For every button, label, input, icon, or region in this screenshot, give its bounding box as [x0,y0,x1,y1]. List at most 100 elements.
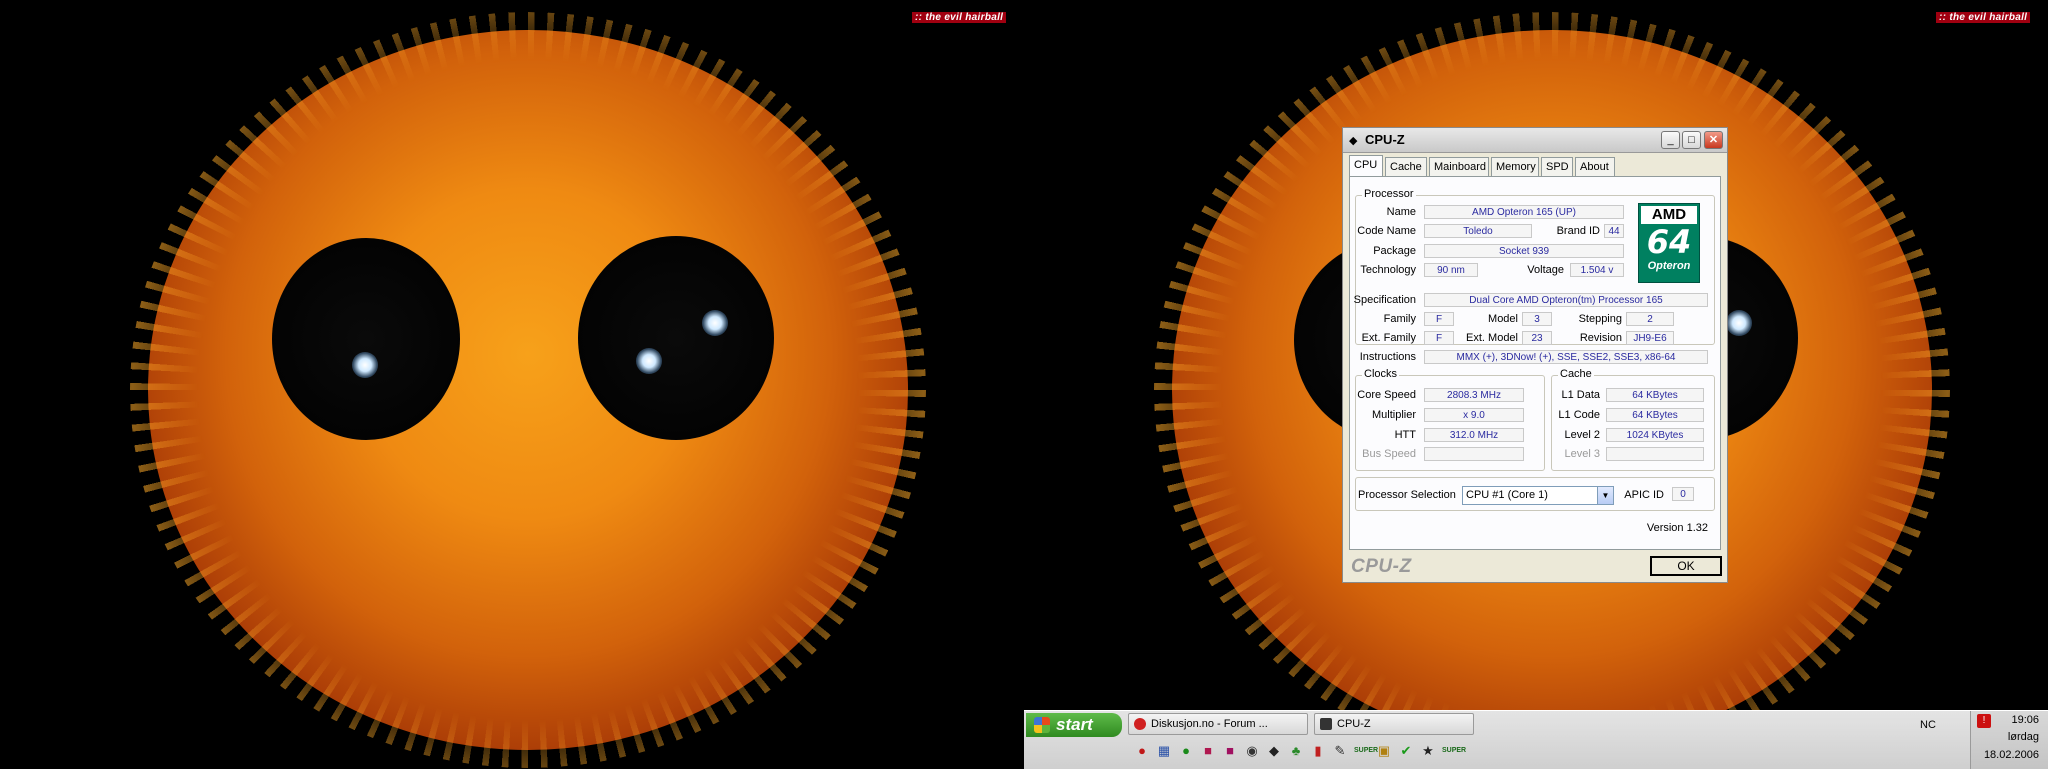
processor-selection-dropdown[interactable]: CPU #1 (Core 1) ▼ [1462,486,1614,505]
tab-mainboard[interactable]: Mainboard [1429,157,1489,176]
star-icon[interactable]: ★ [1420,743,1436,759]
hairball-fur [148,30,908,750]
specification-value: Dual Core AMD Opteron(tm) Processor 165 [1424,293,1708,307]
multiplier-label: Multiplier [1371,409,1416,421]
close-button[interactable]: ✕ [1704,131,1723,149]
ext-model-label: Ext. Model [1466,332,1518,344]
l1-data-label: L1 Data [1561,389,1600,401]
title-bar[interactable]: ◆ CPU-Z _ □ ✕ [1343,128,1727,153]
logo-amd-text: AMD [1641,206,1697,224]
processor-group-title: Processor [1362,188,1416,200]
tab-cpu[interactable]: CPU [1349,155,1383,176]
l1-code-value: 64 KBytes [1606,408,1704,422]
ok-button[interactable]: OK [1650,556,1722,576]
image-icon[interactable]: ▣ [1376,743,1392,759]
voltage-label: Voltage [1527,264,1564,276]
window-title: CPU-Z [1365,132,1405,147]
opera-icon [1134,718,1146,730]
revision-value: JH9-E6 [1626,331,1674,345]
family-value: F [1424,312,1454,326]
clocks-group-title: Clocks [1362,368,1400,380]
technology-value: 90 nm [1424,263,1478,277]
version-label: Version 1.32 [1646,522,1708,534]
model-label: Model [1488,313,1518,325]
plant-icon[interactable]: ♣ [1288,743,1304,759]
super-icon[interactable]: SUPER [1354,743,1378,759]
minimize-button[interactable]: _ [1661,131,1680,149]
taskbar: start Diskusjon.no - Forum ... CPU-Z ● ▦… [1024,710,2048,769]
logo-64-text: 64 [1646,223,1692,261]
start-label: start [1056,715,1093,734]
model-value: 3 [1522,312,1552,326]
task-label: CPU-Z [1337,718,1371,730]
level3-value [1606,447,1704,461]
instructions-value: MMX (+), 3DNow! (+), SSE, SSE2, SSE3, x8… [1424,350,1708,364]
super-icon[interactable]: SUPER [1442,743,1466,759]
name-label: Name [1386,206,1416,218]
brand-id-label: Brand ID [1556,225,1600,237]
tool-icon[interactable]: ▮ [1310,743,1326,759]
warning-icon[interactable]: ! [1977,714,1991,728]
family-label: Family [1383,313,1416,325]
tab-memory[interactable]: Memory [1491,157,1539,176]
bus-speed-label: Bus Speed [1362,448,1416,460]
chevron-down-icon[interactable]: ▼ [1597,487,1613,504]
cache-group-title: Cache [1558,368,1594,380]
htt-label: HTT [1394,429,1416,441]
tab-about[interactable]: About [1575,157,1615,176]
clock-time[interactable]: 19:06 [2011,714,2039,726]
level2-value: 1024 KBytes [1606,428,1704,442]
logo-opteron-text: Opteron [1647,260,1691,272]
clock-day: lørdag [2007,731,2039,743]
clock-date: 18.02.2006 [1983,749,2039,761]
app-icon[interactable]: ■ [1222,743,1238,759]
steam-icon[interactable]: ◉ [1244,743,1260,759]
code-name-label: Code Name [1357,225,1416,237]
hairball-eye-right [578,236,774,440]
processor-selection-value: CPU #1 (Core 1) [1466,489,1548,501]
wallpaper-left: :: the evil hairball [0,0,1024,768]
package-label: Package [1373,245,1416,257]
windows-flag-icon [1034,717,1050,733]
wallpaper-tag: :: the evil hairball [912,12,1007,23]
cpu-tab-panel: Processor Name AMD Opteron 165 (UP) Code… [1349,176,1721,550]
app-icon[interactable]: ■ [1200,743,1216,759]
task-button-cpuz[interactable]: CPU-Z [1314,713,1474,735]
start-button[interactable]: start [1026,713,1122,737]
apic-id-label: APIC ID [1624,489,1664,501]
voltage-value: 1.504 v [1570,263,1624,277]
cpuz-brand-logo: CPU-Z [1351,556,1412,577]
network-icon[interactable]: ▦ [1156,743,1172,759]
level2-label: Level 2 [1564,429,1600,441]
maximize-button[interactable]: □ [1682,131,1701,149]
ext-family-label: Ext. Family [1361,332,1416,344]
eye-glint [636,348,662,374]
cpuz-window[interactable]: ◆ CPU-Z _ □ ✕ CPU Cache Mainboard Memory… [1342,127,1728,583]
cpuz-icon[interactable]: ◆ [1266,743,1282,759]
bus-speed-value [1424,447,1524,461]
cpuz-app-icon [1320,718,1332,730]
brand-id-value: 44 [1604,224,1624,238]
level3-label: Level 3 [1564,448,1600,460]
task-label: Diskusjon.no - Forum ... [1151,718,1268,730]
name-value: AMD Opteron 165 (UP) [1424,205,1624,219]
opera-icon[interactable]: ● [1134,743,1150,759]
tab-spd[interactable]: SPD [1541,157,1573,176]
check-icon[interactable]: ✔ [1398,743,1414,759]
apic-id-value: 0 [1672,487,1694,501]
l1-code-label: L1 Code [1558,409,1600,421]
multiplier-value: x 9.0 [1424,408,1524,422]
eye-glint [702,310,728,336]
core-speed-value: 2808.3 MHz [1424,388,1524,402]
tab-cache[interactable]: Cache [1385,157,1427,176]
task-button-diskusjon[interactable]: Diskusjon.no - Forum ... [1128,713,1308,735]
eye-glint [352,352,378,378]
eye-glint [1726,310,1752,336]
language-indicator[interactable]: NC [1920,719,1936,731]
package-value: Socket 939 [1424,244,1624,258]
ext-family-value: F [1424,331,1454,345]
core-speed-label: Core Speed [1357,389,1416,401]
tool-icon[interactable]: ✎ [1332,743,1348,759]
hairball-eye-left [272,238,460,440]
info-icon[interactable]: ● [1178,743,1194,759]
